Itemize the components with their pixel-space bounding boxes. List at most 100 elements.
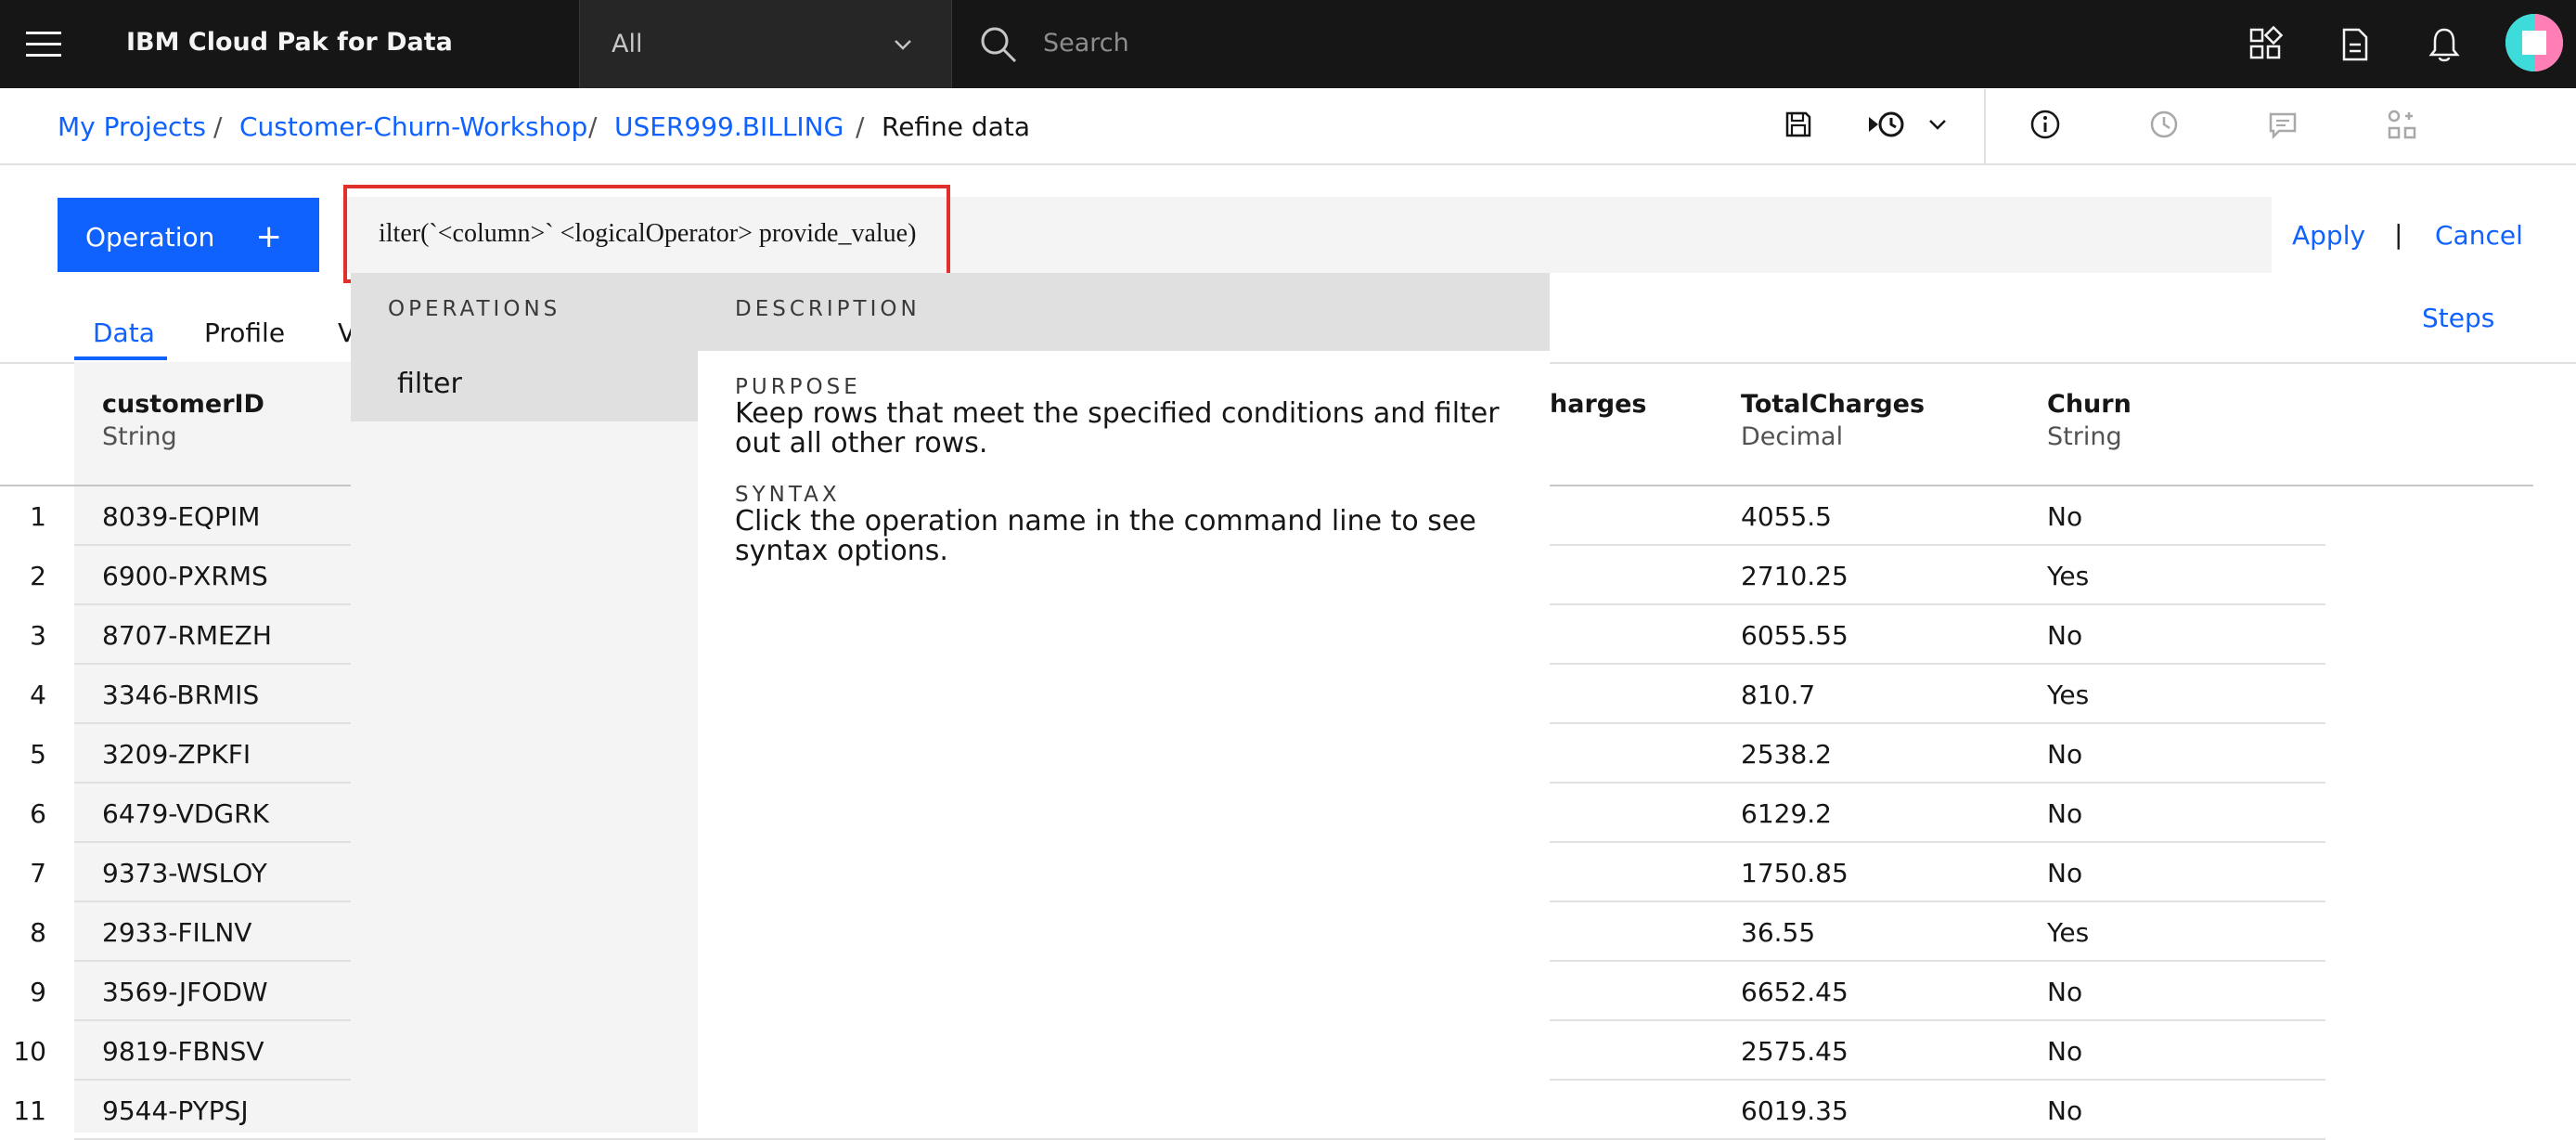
tab-active-indicator: [74, 356, 167, 360]
cell-churn: No: [2047, 620, 2083, 651]
cell-churn: No: [2047, 501, 2083, 532]
context-value: All: [612, 30, 643, 58]
column-header-customerid[interactable]: customerID String: [102, 390, 264, 451]
cell-totalcharges: 6652.45: [1741, 977, 1848, 1007]
row-number: 9: [30, 977, 46, 1007]
version-history-icon[interactable]: [1867, 108, 1949, 141]
column-header-totalcharges[interactable]: TotalCharges Decimal: [1741, 390, 1925, 451]
syntax-label: SYNTAX: [735, 483, 841, 507]
operation-button-label: Operation: [85, 222, 215, 253]
cancel-button[interactable]: Cancel: [2435, 220, 2523, 251]
steps-button[interactable]: Steps: [2422, 303, 2494, 333]
cell-totalcharges: 2710.25: [1741, 561, 1848, 591]
row-number: 6: [30, 798, 46, 829]
cell-totalcharges: 4055.5: [1741, 501, 1832, 532]
avatar[interactable]: [2505, 14, 2563, 71]
row-number: 5: [30, 739, 46, 770]
add-icon: +: [255, 218, 283, 255]
purpose-text: Keep rows that meet the specified condit…: [735, 397, 1500, 460]
row-number: 11: [13, 1095, 46, 1126]
cell-customerid: 6479-VDGRK: [102, 798, 269, 829]
info-icon[interactable]: [2029, 108, 2062, 141]
cell-totalcharges: 6019.35: [1741, 1095, 1848, 1126]
apply-button[interactable]: Apply: [2292, 220, 2365, 251]
row-number: 8: [30, 917, 46, 948]
row-number: 7: [30, 858, 46, 888]
operation-option-label[interactable]: filter: [397, 368, 462, 400]
global-header: IBM Cloud Pak for Data All Search: [0, 0, 2576, 88]
toolbar-divider: [1984, 89, 1986, 163]
column-name: harges: [1550, 390, 1647, 419]
row-number: 1: [30, 501, 46, 532]
menu-icon[interactable]: [26, 32, 61, 58]
row-number: 10: [13, 1036, 46, 1067]
column-name: customerID: [102, 390, 264, 419]
cell-churn: No: [2047, 1095, 2083, 1126]
row-number: 2: [30, 561, 46, 591]
syntax-text: Click the operation name in the command …: [735, 505, 1476, 567]
search-icon[interactable]: [978, 24, 1019, 65]
breadcrumb-current: Refine data: [882, 111, 1031, 142]
action-separator: |: [2394, 219, 2403, 250]
cell-customerid: 8039-EQPIM: [102, 501, 261, 532]
cell-customerid: 8707-RMEZH: [102, 620, 272, 651]
cell-churn: No: [2047, 858, 2083, 888]
product-name[interactable]: IBM Cloud Pak for Data: [126, 28, 453, 57]
comment-icon[interactable]: [2266, 108, 2299, 141]
cell-customerid: 2933-FILNV: [102, 917, 252, 948]
cell-customerid: 3569-JFODW: [102, 977, 268, 1007]
tab-data[interactable]: Data: [93, 317, 155, 348]
cell-customerid: 9819-FBNSV: [102, 1036, 264, 1067]
cell-totalcharges: 2538.2: [1741, 739, 1832, 770]
breadcrumb-separator: /: [856, 111, 865, 142]
cell-churn: No: [2047, 1036, 2083, 1067]
cell-totalcharges: 1750.85: [1741, 858, 1848, 888]
cell-customerid: 3209-ZPKFI: [102, 739, 251, 770]
column-name: Churn: [2047, 390, 2132, 419]
cell-totalcharges: 6129.2: [1741, 798, 1832, 829]
cell-churn: No: [2047, 739, 2083, 770]
cell-totalcharges: 810.7: [1741, 680, 1816, 710]
cell-customerid: 3346-BRMIS: [102, 680, 260, 710]
cell-customerid: 6900-PXRMS: [102, 561, 268, 591]
search-input[interactable]: Search: [1043, 29, 1129, 58]
cell-churn: Yes: [2047, 917, 2090, 948]
cell-churn: No: [2047, 798, 2083, 829]
context-switcher[interactable]: All: [579, 0, 952, 88]
document-icon[interactable]: [2337, 26, 2374, 63]
column-type: String: [102, 422, 177, 451]
catalog-icon[interactable]: [2248, 26, 2285, 63]
breadcrumb-my-projects[interactable]: My Projects: [58, 111, 206, 142]
column-header-churn[interactable]: Churn String: [2047, 390, 2132, 451]
notification-icon[interactable]: [2426, 26, 2463, 63]
cell-customerid: 9544-PYPSJ: [102, 1095, 249, 1126]
cell-totalcharges: 36.55: [1741, 917, 1816, 948]
save-icon[interactable]: [1782, 108, 1815, 141]
column-header-monthlycharges[interactable]: harges: [1550, 390, 1646, 422]
operation-button[interactable]: Operation +: [58, 198, 319, 272]
column-type: String: [2047, 422, 2122, 451]
breadcrumb-project[interactable]: Customer-Churn-Workshop: [239, 111, 587, 142]
chevron-down-icon: [895, 40, 911, 50]
history-icon[interactable]: [2147, 108, 2181, 141]
description-panel: [698, 351, 1550, 1133]
cell-totalcharges: 2575.45: [1741, 1036, 1848, 1067]
cell-totalcharges: 6055.55: [1741, 620, 1848, 651]
page-toolbar: My Projects / Customer-Churn-Workshop / …: [0, 89, 2576, 165]
purpose-label: PURPOSE: [735, 375, 861, 399]
cell-churn: Yes: [2047, 680, 2090, 710]
row-number: 3: [30, 620, 46, 651]
operations-heading: OPERATIONS: [388, 297, 561, 321]
column-name: TotalCharges: [1741, 390, 1926, 419]
breadcrumb-separator: /: [588, 111, 598, 142]
breadcrumb-asset[interactable]: USER999.BILLING: [614, 111, 844, 142]
description-heading: DESCRIPTION: [735, 297, 921, 321]
flow-icon[interactable]: [2385, 108, 2418, 141]
breadcrumb-separator: /: [213, 111, 223, 142]
tab-profile[interactable]: Profile: [204, 317, 285, 348]
highlight-box: [343, 185, 950, 283]
column-type: Decimal: [1741, 422, 1844, 451]
cell-customerid: 9373-WSLOY: [102, 858, 267, 888]
cell-churn: No: [2047, 977, 2083, 1007]
cell-churn: Yes: [2047, 561, 2090, 591]
